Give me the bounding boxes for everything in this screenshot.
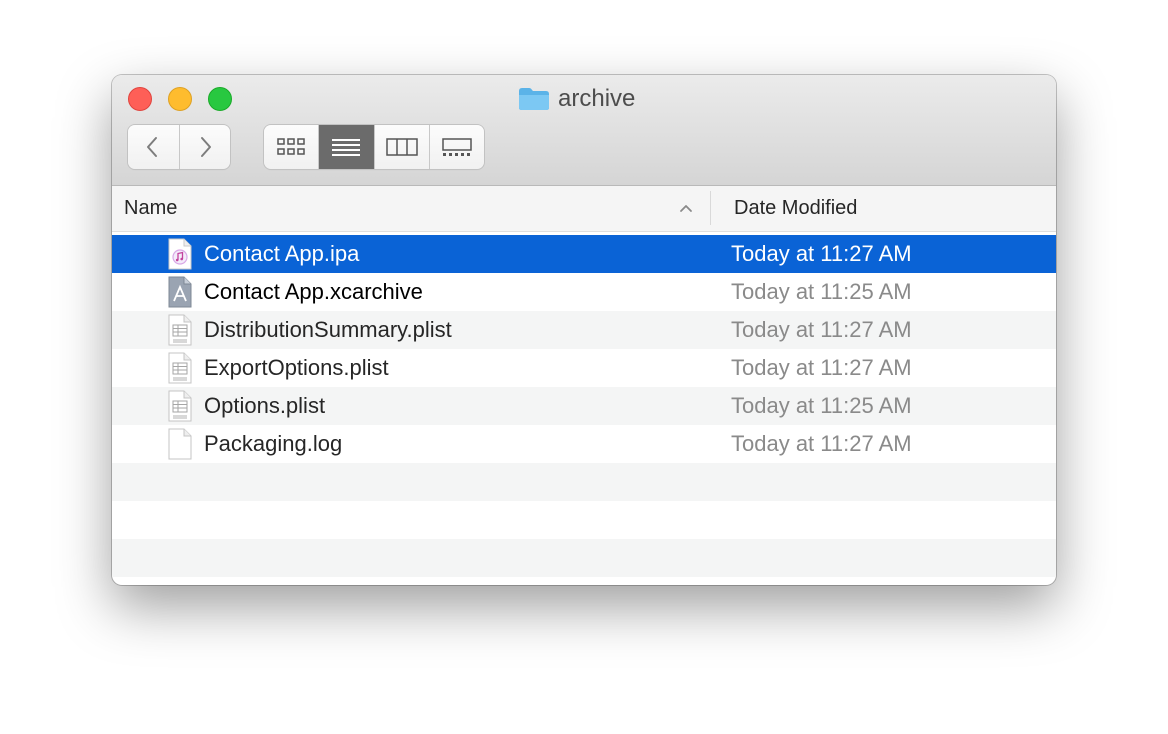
column-header: Name Date Modified xyxy=(112,186,1056,232)
maximize-button[interactable] xyxy=(208,87,232,111)
file-name: Contact App.ipa xyxy=(204,241,360,266)
file-date: Today at 11:27 AM xyxy=(731,431,912,456)
file-date: Today at 11:27 AM xyxy=(731,317,912,342)
file-row[interactable]: Contact App.xcarchive Today at 11:25 AM xyxy=(112,273,1056,311)
file-name: ExportOptions.plist xyxy=(204,355,389,380)
navigation-group xyxy=(128,125,230,169)
back-icon xyxy=(147,137,158,157)
file-row[interactable]: Contact App.ipa Today at 11:27 AM xyxy=(112,235,1056,273)
close-button[interactable] xyxy=(128,87,152,111)
window-title: archive xyxy=(518,85,635,113)
file-name: DistributionSummary.plist xyxy=(204,317,452,342)
plist-file-icon xyxy=(168,314,192,346)
forward-button[interactable] xyxy=(178,125,230,169)
empty-row xyxy=(112,501,1056,539)
icon-view-icon xyxy=(277,138,305,155)
xcarchive-icon xyxy=(168,276,192,308)
gallery-view-icon xyxy=(442,138,472,156)
forward-icon xyxy=(200,137,211,157)
name-column-header[interactable]: Name xyxy=(124,186,177,231)
file-row[interactable]: Options.plist Today at 11:25 AM xyxy=(112,387,1056,425)
back-button[interactable] xyxy=(128,125,179,169)
file-name: Contact App.xcarchive xyxy=(204,279,423,304)
ipa-file-icon xyxy=(168,238,192,270)
sort-ascending-icon[interactable] xyxy=(678,200,694,216)
file-row[interactable]: DistributionSummary.plist Today at 11:27… xyxy=(112,311,1056,349)
finder-window: archive Name Date Modified Contact App.i… xyxy=(112,75,1056,585)
view-mode-group xyxy=(264,125,484,169)
list-view-button[interactable] xyxy=(318,125,374,169)
list-view-icon xyxy=(332,139,361,156)
gallery-view-button[interactable] xyxy=(428,125,484,169)
file-date: Today at 11:25 AM xyxy=(731,393,912,418)
column-view-button[interactable] xyxy=(373,125,429,169)
date-modified-column-header[interactable]: Date Modified xyxy=(734,186,857,231)
column-divider[interactable] xyxy=(710,191,711,225)
column-view-icon xyxy=(385,138,418,156)
file-name: Packaging.log xyxy=(204,431,343,456)
plist-file-icon xyxy=(168,352,192,384)
icon-view-button[interactable] xyxy=(264,125,319,169)
minimize-button[interactable] xyxy=(168,87,192,111)
file-list: Contact App.ipa Today at 11:27 AM Contac… xyxy=(112,235,1056,585)
titlebar: archive xyxy=(112,75,1056,186)
window-title-text: archive xyxy=(558,85,636,112)
empty-row xyxy=(112,463,1056,501)
file-row[interactable]: ExportOptions.plist Today at 11:27 AM xyxy=(112,349,1056,387)
empty-row xyxy=(112,539,1056,577)
file-name: Options.plist xyxy=(204,393,326,418)
file-date: Today at 11:27 AM xyxy=(731,355,912,380)
plist-file-icon xyxy=(168,390,192,422)
folder-icon xyxy=(518,87,550,111)
file-row[interactable]: Packaging.log Today at 11:27 AM xyxy=(112,425,1056,463)
file-date: Today at 11:25 AM xyxy=(731,279,912,304)
file-date: Today at 11:27 AM xyxy=(731,241,912,266)
log-file-icon xyxy=(168,428,192,460)
